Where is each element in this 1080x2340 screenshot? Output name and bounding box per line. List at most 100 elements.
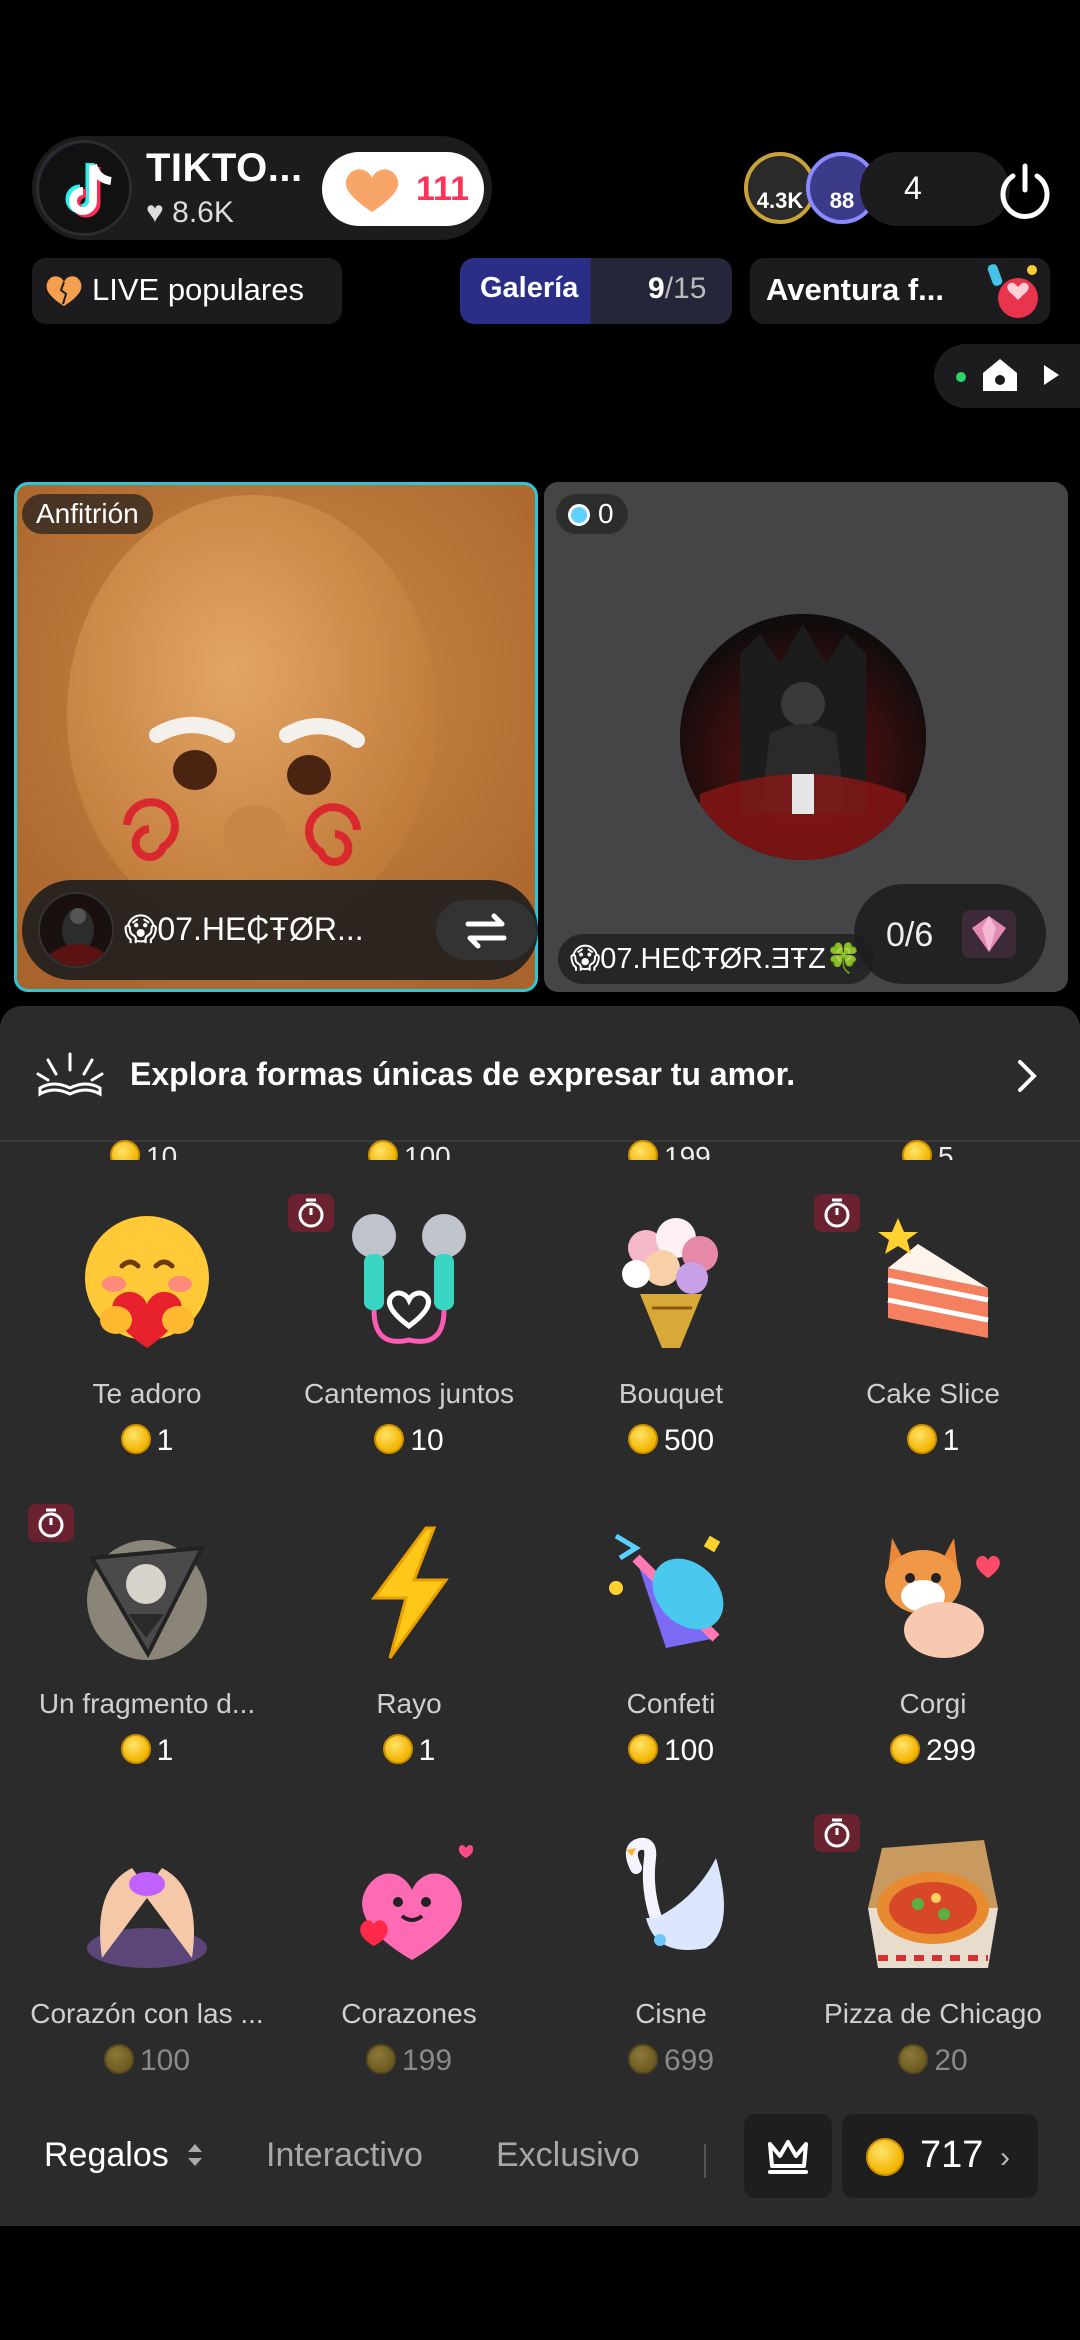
tab-exclusivo[interactable]: Exclusivo: [496, 2136, 640, 2175]
timer-icon: [28, 1504, 74, 1542]
host-user-name: 😱07.HE₵ŦØR...: [124, 911, 364, 947]
promo-banner-text[interactable]: Explora formas únicas de expresar tu amo…: [130, 1056, 795, 1093]
coin-icon: [627, 1734, 658, 1764]
live-status-dot: [956, 372, 966, 382]
gift-price: 1: [278, 1734, 540, 1768]
coin-icon: [627, 1424, 658, 1454]
gift-name: Bouquet: [618, 1378, 724, 1409]
coin-icon: [103, 2044, 134, 2074]
tab-regalos[interactable]: Regalos: [44, 2136, 206, 2175]
partial-price-1: 10: [110, 1140, 177, 1160]
crown-icon: [768, 2140, 808, 2174]
coin-icon: [382, 1734, 413, 1764]
divider: [704, 2144, 706, 2178]
partial-price-2: 100: [368, 1140, 451, 1160]
guest-gem-count: 0: [598, 498, 614, 529]
adventure-label: Aventura f...: [766, 272, 944, 307]
lightning-bolt-icon: [371, 1526, 449, 1659]
gift-price: 699: [540, 2044, 802, 2078]
host-user-avatar[interactable]: [38, 892, 114, 968]
coin-icon: [889, 1734, 920, 1764]
top-viewer-badge-1: 4.3K: [756, 188, 804, 213]
two-microphones-icon: [352, 1214, 466, 1344]
heart-icon: ♥: [146, 196, 164, 229]
sort-arrows-icon: [188, 2144, 203, 2166]
bouquet-icon: [622, 1218, 718, 1348]
tab-regalos-label: Regalos: [44, 2136, 169, 2174]
guest-gem-counter: 0: [556, 494, 628, 534]
gift-name: Pizza de Chicago: [824, 1998, 1042, 2029]
hugging-heart-icon: [85, 1216, 209, 1348]
power-icon[interactable]: [992, 158, 1058, 224]
gem-icon: [962, 910, 1016, 958]
swan-icon: [625, 1837, 724, 1950]
gift-price: 199: [278, 2044, 540, 2078]
partial-price-3: 199: [628, 1140, 711, 1160]
love-potion-icon: [987, 264, 1038, 318]
gift-price: 1: [16, 1424, 278, 1458]
timer-icon: [814, 1814, 860, 1852]
gift-name: Cantemos juntos: [303, 1378, 515, 1409]
crown-button[interactable]: [744, 2114, 832, 2198]
viewer-count-pill[interactable]: [860, 152, 1010, 226]
gift-price: 1: [16, 1734, 278, 1768]
gift-name: Confeti: [626, 1688, 716, 1719]
gift-name: Corazones: [341, 1998, 477, 2029]
viewer-count: 4: [904, 170, 922, 206]
party-popper-icon: [609, 1533, 724, 1648]
partial-price-4: 5: [902, 1140, 954, 1160]
gift-price: 100: [540, 1734, 802, 1768]
pizza-box-icon: [868, 1840, 998, 1968]
gallery-count: 9/15: [648, 272, 706, 306]
coin-icon: [898, 2044, 929, 2074]
gift-price: 20: [802, 2044, 1064, 2078]
heart-hands-icon: [87, 1868, 207, 1968]
play-icon[interactable]: [1040, 362, 1062, 388]
guest-slot-counter[interactable]: [854, 884, 1046, 984]
gift-name: Te adoro: [92, 1378, 202, 1409]
gift-price: 10: [278, 1424, 540, 1458]
host-badge: Anfitrión: [22, 494, 153, 534]
coin-icon: [627, 2044, 658, 2074]
gift-name: Corgi: [899, 1688, 967, 1719]
gallery-count-total: /15: [664, 272, 707, 305]
gift-name: Cake Slice: [866, 1378, 1000, 1409]
timer-icon: [814, 1194, 860, 1232]
cake-slice-icon: [878, 1218, 989, 1338]
coin-icon: [120, 1734, 151, 1764]
follow-count: 111: [416, 170, 469, 208]
coin-icon: [866, 2138, 904, 2176]
coin-icon: [374, 1424, 405, 1454]
gem-icon: [568, 504, 590, 526]
home-icon[interactable]: [980, 356, 1020, 394]
guest-name: 😱07.HE₵ŦØR.ƎŦZ🍀: [558, 934, 874, 984]
coin-icon: [365, 2044, 396, 2074]
tab-interactivo[interactable]: Interactivo: [266, 2136, 423, 2175]
chevron-right-icon: ›: [999, 2141, 1010, 2174]
corgi-icon: [885, 1538, 1000, 1658]
host-likes-count: 8.6K: [172, 196, 234, 229]
gift-name: Rayo: [376, 1688, 442, 1719]
host-avatar[interactable]: [36, 140, 132, 236]
host-name[interactable]: TIKTO...: [146, 146, 303, 191]
gift-price: 1: [802, 1424, 1064, 1458]
follow-button[interactable]: 111: [322, 152, 484, 226]
coin-balance: 717 ›: [920, 2134, 1010, 2176]
gallery-count-current: 9: [648, 272, 665, 305]
gift-price: 500: [540, 1424, 802, 1458]
gift-price: 299: [802, 1734, 1064, 1768]
gift-name: Un fragmento d...: [38, 1688, 256, 1719]
host-likes: ♥ 8.6K: [146, 196, 234, 230]
broken-heart-icon: [46, 276, 82, 306]
coin-icon: [906, 1424, 937, 1454]
timer-icon: [288, 1194, 334, 1232]
guest-avatar[interactable]: [680, 614, 926, 860]
swap-arrows-icon: [465, 913, 507, 949]
hearts-character-icon: [360, 1844, 474, 1960]
chevron-right-icon[interactable]: [1014, 1056, 1042, 1096]
swap-button[interactable]: [436, 900, 536, 960]
dark-throne-avatar-icon: [680, 614, 926, 860]
live-popular-label: LIVE populares: [92, 272, 304, 307]
coin-icon: [120, 1424, 151, 1454]
fragment-shield-icon: [87, 1540, 207, 1660]
